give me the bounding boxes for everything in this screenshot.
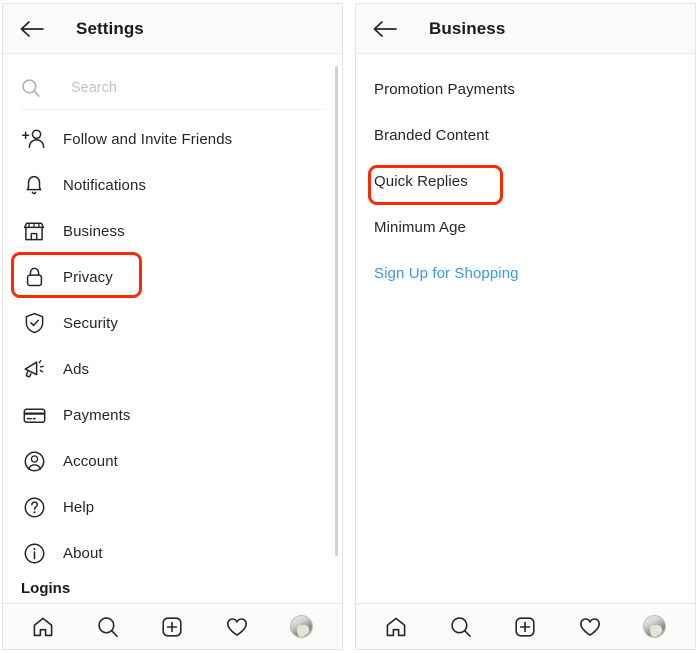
- search-input[interactable]: [71, 79, 291, 96]
- avatar: [290, 615, 314, 638]
- home-icon[interactable]: [375, 610, 417, 644]
- sidebar-item-privacy[interactable]: Privacy: [3, 254, 342, 300]
- business-item-sign-up-for-shopping[interactable]: Sign Up for Shopping: [356, 250, 695, 296]
- account-circle-icon: [21, 448, 47, 474]
- sidebar-item-payments[interactable]: Payments: [3, 392, 342, 438]
- sidebar-item-label: About: [63, 544, 103, 562]
- business-item-minimum-age[interactable]: Minimum Age: [356, 204, 695, 250]
- business-title: Business: [429, 18, 506, 38]
- profile-avatar[interactable]: [281, 610, 323, 644]
- heart-icon[interactable]: [216, 610, 258, 644]
- sidebar-item-label: Ads: [63, 360, 90, 378]
- settings-title: Settings: [76, 18, 144, 38]
- sidebar-item-label: Account: [63, 452, 118, 470]
- sidebar-item-label: Follow and Invite Friends: [63, 130, 233, 148]
- business-header: Business: [356, 4, 695, 54]
- business-item-promotion-payments[interactable]: Promotion Payments: [356, 66, 695, 112]
- shield-check-icon: [21, 310, 47, 336]
- avatar: [643, 615, 667, 638]
- storefront-icon: [21, 218, 47, 244]
- bottom-nav-right: [356, 603, 695, 649]
- sidebar-item-notifications[interactable]: Notifications: [3, 162, 342, 208]
- sidebar-item-follow-invite[interactable]: Follow and Invite Friends: [3, 116, 342, 162]
- settings-search-row[interactable]: [21, 66, 324, 110]
- sidebar-item-help[interactable]: Help: [3, 484, 342, 530]
- sidebar-item-ads[interactable]: Ads: [3, 346, 342, 392]
- sidebar-item-label: Notifications: [63, 176, 147, 194]
- business-item-branded-content[interactable]: Branded Content: [356, 112, 695, 158]
- sidebar-item-label: Help: [63, 498, 95, 516]
- sidebar-item-about[interactable]: About: [3, 530, 342, 576]
- back-arrow-icon[interactable]: [19, 16, 49, 42]
- settings-body: Follow and Invite Friends Notifications: [3, 54, 342, 603]
- business-list: Promotion Payments Branded Content Quick…: [356, 54, 695, 296]
- add-person-icon: [21, 126, 47, 152]
- question-circle-icon: [21, 494, 47, 520]
- add-box-icon[interactable]: [151, 610, 193, 644]
- bell-icon: [21, 172, 47, 198]
- back-arrow-icon[interactable]: [372, 16, 402, 42]
- heart-icon[interactable]: [569, 610, 611, 644]
- sidebar-item-security[interactable]: Security: [3, 300, 342, 346]
- search-icon: [21, 78, 49, 98]
- settings-header: Settings: [3, 4, 342, 54]
- sidebar-item-label: Payments: [63, 406, 131, 424]
- business-body: Promotion Payments Branded Content Quick…: [356, 54, 695, 603]
- section-heading-logins: Logins: [21, 580, 71, 597]
- settings-list: Follow and Invite Friends Notifications: [3, 110, 342, 597]
- search-icon[interactable]: [87, 610, 129, 644]
- business-item-quick-replies[interactable]: Quick Replies: [356, 158, 695, 204]
- bottom-nav-left: [3, 603, 342, 649]
- megaphone-icon: [21, 356, 47, 382]
- sidebar-item-account[interactable]: Account: [3, 438, 342, 484]
- search-icon[interactable]: [440, 610, 482, 644]
- info-circle-icon: [21, 540, 47, 566]
- lock-icon: [21, 264, 47, 290]
- screenshot-stage: Settings Search Follow and Invite Friend…: [0, 0, 700, 653]
- add-box-icon[interactable]: [504, 610, 546, 644]
- settings-screen: Settings Search Follow and Invite Friend…: [2, 3, 343, 650]
- sidebar-item-label: Privacy: [63, 268, 113, 286]
- sidebar-item-label: Business: [63, 222, 125, 240]
- credit-card-icon: [21, 402, 47, 428]
- business-screen: Business Promotion Payments Branded Cont…: [355, 3, 696, 650]
- sidebar-item-label: Security: [63, 314, 118, 332]
- profile-avatar[interactable]: [634, 610, 676, 644]
- sidebar-item-business[interactable]: Business: [3, 208, 342, 254]
- home-icon[interactable]: [22, 610, 64, 644]
